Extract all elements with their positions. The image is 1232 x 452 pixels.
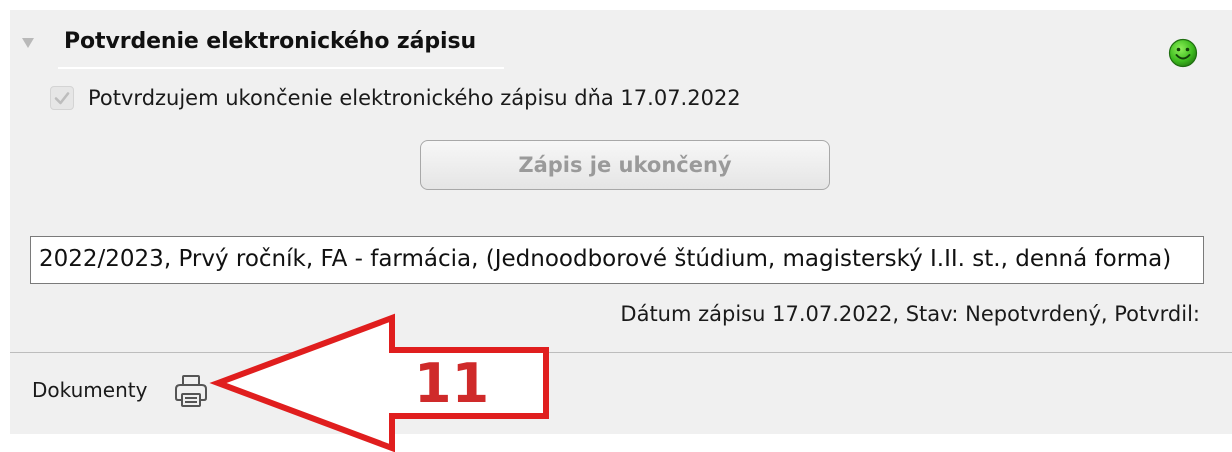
annotation-number: 11 bbox=[414, 352, 490, 415]
annotation-arrow bbox=[209, 313, 549, 452]
